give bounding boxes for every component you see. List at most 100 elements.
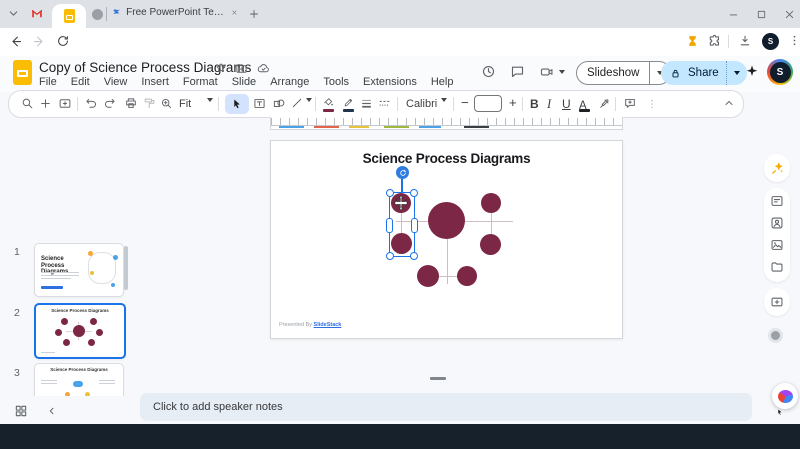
- menu-help[interactable]: Help: [424, 75, 461, 89]
- pinned-tab-favicon[interactable]: [92, 9, 103, 20]
- slide-thumbnail-2-selected[interactable]: Science Process Diagrams: [34, 303, 126, 359]
- ai-assistant-fab[interactable]: [772, 383, 798, 409]
- font-size-increase[interactable]: +: [509, 96, 517, 110]
- diagram-circle-bottom-left[interactable]: [417, 265, 439, 287]
- star-document-icon[interactable]: [215, 62, 227, 74]
- browser-profile-avatar[interactable]: S: [762, 33, 779, 50]
- menu-slide[interactable]: Slide: [225, 75, 263, 89]
- tab-search-button[interactable]: [7, 7, 20, 20]
- shape-tool-icon[interactable]: [272, 97, 286, 110]
- bold-button[interactable]: B: [530, 97, 539, 111]
- line-tool-icon[interactable]: [291, 97, 303, 109]
- window-close-button[interactable]: [784, 9, 795, 20]
- version-history-icon[interactable]: [481, 64, 496, 79]
- refresh-icon[interactable]: [56, 34, 70, 48]
- font-select[interactable]: Calibri: [406, 97, 437, 111]
- more-options-icon[interactable]: [647, 99, 657, 109]
- new-slide-icon[interactable]: [39, 97, 52, 110]
- italic-button[interactable]: I: [547, 97, 551, 111]
- border-weight-icon[interactable]: [360, 97, 373, 110]
- hide-menus-chevron-icon[interactable]: [723, 97, 735, 109]
- zoom-icon[interactable]: [160, 97, 173, 110]
- undo-icon[interactable]: [85, 97, 98, 110]
- browser-menu-icon[interactable]: [788, 34, 800, 47]
- grid-view-icon[interactable]: [14, 404, 28, 418]
- slide-canvas[interactable]: Science Process Diagrams Presented By Sl…: [270, 140, 623, 339]
- fill-color-icon[interactable]: [322, 97, 335, 112]
- footer-brand-link[interactable]: SlideStack: [314, 322, 342, 328]
- collapse-filmstrip-icon[interactable]: [46, 405, 58, 417]
- contacts-icon[interactable]: [770, 216, 784, 230]
- speaker-notes-box[interactable]: Click to add speaker notes: [140, 393, 752, 421]
- new-slide-layout-icon[interactable]: [58, 97, 72, 110]
- slide-thumbnail-3[interactable]: Science Process Diagrams: [34, 363, 124, 396]
- diagram-circle-bottom-right[interactable]: [457, 266, 477, 286]
- slide-thumbnail-1[interactable]: Science Process Diagrams: [34, 243, 124, 297]
- new-slide-panel-button[interactable]: [764, 288, 790, 316]
- menu-insert[interactable]: Insert: [134, 75, 176, 89]
- border-dash-icon[interactable]: [378, 97, 391, 110]
- window-maximize-button[interactable]: [756, 9, 767, 20]
- rotate-handle-icon[interactable]: [396, 166, 409, 179]
- gmail-pinned-tab[interactable]: [30, 7, 44, 20]
- folder-panel-icon[interactable]: [770, 260, 784, 274]
- filmstrip-scrollbar[interactable]: [124, 246, 128, 290]
- search-menus-icon[interactable]: [21, 97, 34, 110]
- menu-view[interactable]: View: [97, 75, 135, 89]
- target-dot-icon[interactable]: [768, 328, 783, 343]
- diagram-circle-top-right[interactable]: [481, 193, 501, 213]
- slides-active-tab[interactable]: [52, 4, 86, 28]
- resize-handle-w[interactable]: [386, 218, 393, 233]
- slideshow-button[interactable]: Slideshow: [576, 61, 672, 85]
- print-icon[interactable]: [124, 97, 138, 110]
- window-minimize-button[interactable]: [728, 9, 739, 20]
- account-avatar[interactable]: S: [767, 59, 793, 85]
- add-comment-icon[interactable]: [623, 97, 637, 110]
- gemini-wand-button[interactable]: [764, 154, 790, 182]
- resize-handle-e[interactable]: [411, 218, 418, 233]
- meet-camera-icon[interactable]: [539, 65, 565, 79]
- notes-resize-handle[interactable]: [430, 377, 446, 380]
- cloud-saved-icon[interactable]: [257, 62, 270, 75]
- text-color-button[interactable]: A: [579, 96, 590, 114]
- tab-close-icon[interactable]: [231, 8, 238, 17]
- redo-icon[interactable]: [103, 97, 116, 110]
- image-panel-icon[interactable]: [770, 238, 784, 252]
- diagram-circle-large[interactable]: [428, 202, 465, 239]
- back-icon[interactable]: [8, 34, 23, 49]
- move-folder-icon[interactable]: [235, 62, 248, 75]
- underline-button[interactable]: U: [562, 97, 571, 111]
- border-color-icon[interactable]: [342, 97, 355, 112]
- resize-handle-sw[interactable]: [386, 252, 394, 260]
- select-tool-button[interactable]: [225, 94, 249, 114]
- resize-handle-ne[interactable]: [410, 189, 418, 197]
- diagram-circle-mid-right[interactable]: [480, 234, 501, 255]
- highlight-color-icon[interactable]: [598, 97, 611, 110]
- extensions-puzzle-icon[interactable]: [708, 34, 722, 48]
- menu-extensions[interactable]: Extensions: [356, 75, 424, 89]
- share-button[interactable]: Share: [661, 61, 747, 85]
- menu-format[interactable]: Format: [176, 75, 225, 89]
- menu-file[interactable]: File: [32, 75, 64, 89]
- font-size-input[interactable]: [474, 95, 502, 112]
- zoom-select[interactable]: Fit: [179, 97, 191, 111]
- new-tab-button[interactable]: [248, 8, 260, 20]
- paint-format-icon[interactable]: [143, 97, 156, 110]
- calendar-card-icon[interactable]: [770, 194, 784, 208]
- download-icon[interactable]: [738, 34, 752, 48]
- text-box-icon[interactable]: [253, 97, 266, 110]
- slidesgo-tab[interactable]: Free PowerPoint Templates and: [112, 6, 238, 18]
- comment-icon[interactable]: [510, 64, 525, 79]
- font-size-decrease[interactable]: −: [461, 96, 469, 110]
- share-dropdown[interactable]: [725, 61, 747, 85]
- brain-icon: [777, 389, 793, 403]
- gemini-sparkle-icon[interactable]: [745, 64, 759, 78]
- menu-arrange[interactable]: Arrange: [263, 75, 316, 89]
- menu-tools[interactable]: Tools: [316, 75, 356, 89]
- hourglass-extension-icon[interactable]: [686, 34, 699, 48]
- forward-icon[interactable]: [32, 34, 47, 49]
- resize-handle-se[interactable]: [410, 252, 418, 260]
- menu-edit[interactable]: Edit: [64, 75, 97, 89]
- slide-title[interactable]: Science Process Diagrams: [271, 151, 622, 166]
- zoom-caret[interactable]: [207, 98, 213, 120]
